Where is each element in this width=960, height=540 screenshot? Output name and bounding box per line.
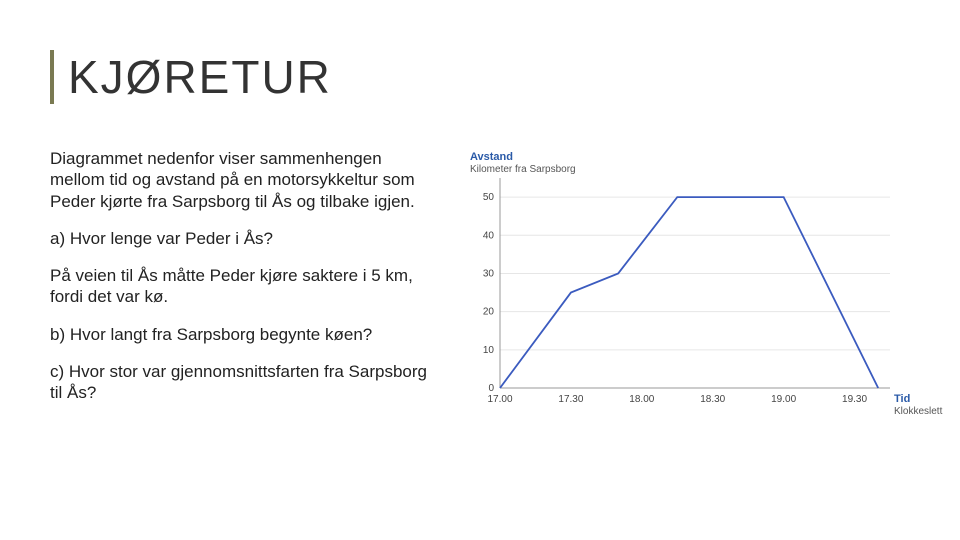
x-axis-subtitle: Klokkeslett xyxy=(894,406,943,417)
question-b: b) Hvor langt fra Sarpsborg begynte køen… xyxy=(50,324,430,345)
text-column: Diagrammet nedenfor viser sammenhengen m… xyxy=(50,148,430,433)
content-row: Diagrammet nedenfor viser sammenhengen m… xyxy=(50,148,920,433)
y-tick-label: 40 xyxy=(483,230,495,241)
y-tick-label: 30 xyxy=(483,268,495,279)
question-c: c) Hvor stor var gjennomsnittsfarten fra… xyxy=(50,361,430,404)
y-tick-label: 0 xyxy=(488,383,494,394)
chart-figure: AvstandKilometer fra Sarpsborg 0 10 20 30 40 5… xyxy=(460,148,920,428)
title-bar: KJØRETUR xyxy=(50,50,920,104)
y-tick-label: 50 xyxy=(483,192,495,203)
x-tick-label: 18.00 xyxy=(629,394,654,405)
x-axis-title: Tid xyxy=(894,393,910,405)
y-axis-subtitle: Kilometer fra Sarpsborg xyxy=(470,164,576,175)
data-line xyxy=(500,197,878,388)
chart-column: AvstandKilometer fra Sarpsborg 0 10 20 30 40 5… xyxy=(460,148,920,433)
y-axis-title: Avstand xyxy=(470,151,513,163)
x-tick-label: 17.30 xyxy=(558,394,583,405)
context-paragraph: På veien til Ås måtte Peder kjøre sakter… xyxy=(50,265,430,308)
question-a: a) Hvor lenge var Peder i Ås? xyxy=(50,228,430,249)
y-tick-label: 10 xyxy=(483,345,495,356)
x-tick-label: 19.30 xyxy=(842,394,867,405)
x-tick-label: 18.30 xyxy=(700,394,725,405)
x-tick-label: 17.00 xyxy=(487,394,512,405)
x-tick-label: 19.00 xyxy=(771,394,796,405)
page-title: KJØRETUR xyxy=(68,50,920,104)
y-tick-label: 20 xyxy=(483,307,495,318)
intro-paragraph: Diagrammet nedenfor viser sammenhengen m… xyxy=(50,148,430,212)
